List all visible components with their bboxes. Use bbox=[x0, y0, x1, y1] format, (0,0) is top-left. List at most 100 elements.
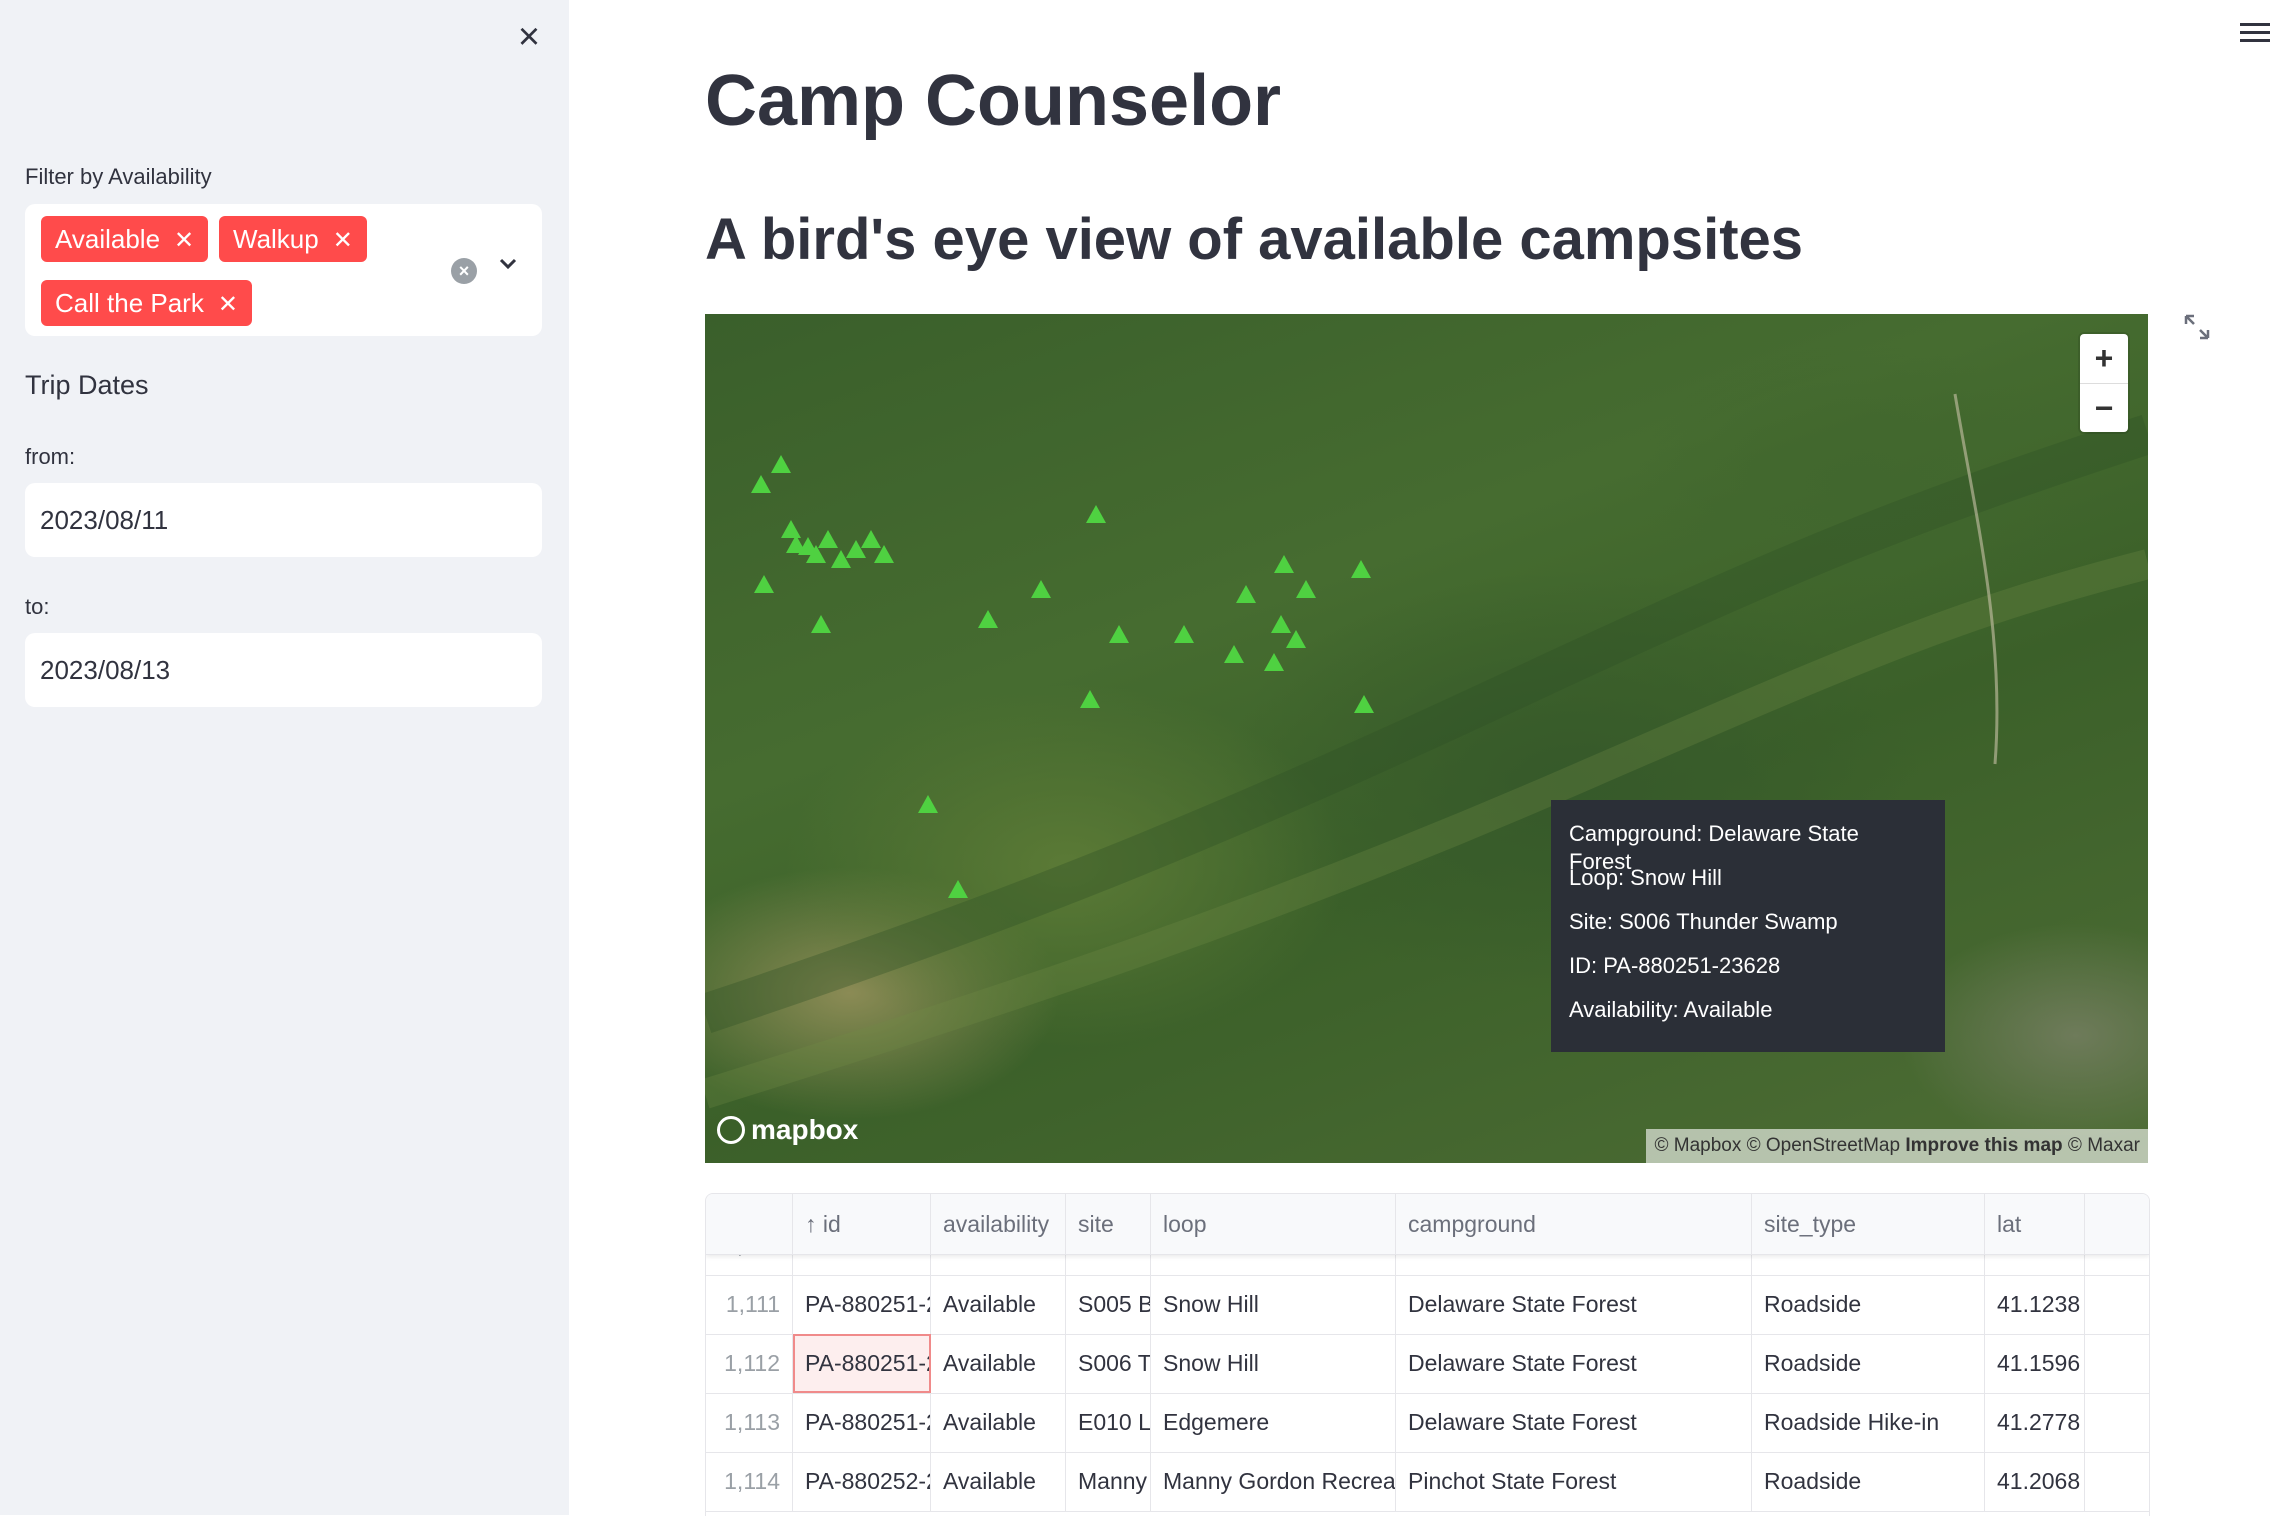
campsite-marker-icon[interactable] bbox=[917, 794, 939, 814]
campsite-marker-icon[interactable] bbox=[753, 574, 775, 594]
cell-loop[interactable]: Edgemere bbox=[1151, 1393, 1396, 1452]
cell-site-type[interactable]: Roadside Hike-in bbox=[1752, 1393, 1985, 1452]
campsite-marker-icon[interactable] bbox=[1263, 652, 1285, 672]
chevron-down-icon[interactable] bbox=[495, 252, 521, 278]
table-row[interactable]: 1,112PA-880251-23628AvailableS006 ThSnow… bbox=[706, 1334, 2149, 1394]
campsite-marker-icon[interactable] bbox=[1273, 554, 1295, 574]
campsite-marker-icon[interactable] bbox=[873, 544, 895, 564]
campsite-marker-icon[interactable] bbox=[1350, 559, 1372, 579]
cell-loop[interactable]: Manny Gordon Recreati bbox=[1151, 1452, 1396, 1511]
cell-id[interactable]: PA-880251-23629 bbox=[793, 1393, 931, 1452]
campsite-marker-icon[interactable] bbox=[947, 879, 969, 899]
cell-availability[interactable]: Available bbox=[931, 1452, 1066, 1511]
table-row[interactable]: 1,113PA-880251-23629AvailableE010 LiEdge… bbox=[706, 1393, 2149, 1453]
campsite-marker-icon[interactable] bbox=[1085, 504, 1107, 524]
campsite-marker-icon[interactable] bbox=[1173, 624, 1195, 644]
campsite-marker-icon[interactable] bbox=[1353, 694, 1375, 714]
remove-tag-icon[interactable]: ✕ bbox=[218, 291, 238, 318]
filter-label: Filter by Availability bbox=[25, 164, 212, 189]
cell-site-type[interactable]: Roadside bbox=[1752, 1275, 1985, 1334]
campsite-marker-icon[interactable] bbox=[1108, 624, 1130, 644]
cell-loop[interactable]: Snow Hill bbox=[1151, 1334, 1396, 1393]
column-header-id[interactable]: ↑ id bbox=[793, 1194, 931, 1254]
cell-loop[interactable]: Snow Hill bbox=[1151, 1275, 1396, 1334]
tooltip-site: Site: S006 Thunder Swamp bbox=[1569, 909, 1838, 934]
cell-site-type[interactable]: Roadside bbox=[1752, 1452, 1985, 1511]
from-label: from: bbox=[25, 444, 76, 469]
cell-lat[interactable]: 41.2068 bbox=[1985, 1452, 2085, 1511]
table-row[interactable]: 1,111PA-880251-23627AvailableS005 BrSnow… bbox=[706, 1275, 2149, 1335]
column-header-campground[interactable]: campground bbox=[1396, 1194, 1752, 1254]
cell-availability[interactable]: Available bbox=[931, 1275, 1066, 1334]
column-header-lat[interactable]: lat bbox=[1985, 1194, 2085, 1254]
mapbox-logo[interactable]: mapbox bbox=[717, 1114, 858, 1146]
to-date-input[interactable]: 2023/08/13 bbox=[25, 633, 542, 707]
cell-site-type[interactable]: Roadside bbox=[1752, 1334, 1985, 1393]
remove-tag-icon[interactable]: ✕ bbox=[174, 227, 194, 254]
clear-all-icon[interactable]: × bbox=[451, 258, 477, 284]
campsite-marker-icon[interactable] bbox=[977, 609, 999, 629]
row-index[interactable]: 1,112 bbox=[706, 1334, 793, 1393]
cell-availability[interactable]: Available bbox=[931, 1334, 1066, 1393]
cell-site[interactable]: E010 Li bbox=[1066, 1393, 1151, 1452]
map-view[interactable]: + − Campground: Delaware State Forest Lo… bbox=[705, 314, 2148, 1163]
cell-site[interactable]: S006 Th bbox=[1066, 1334, 1151, 1393]
tag-walkup: Walkup ✕ bbox=[219, 216, 367, 262]
cell-campground[interactable]: Delaware State Forest bbox=[1396, 1334, 1752, 1393]
to-label: to: bbox=[25, 594, 50, 619]
cell-lat[interactable]: 41.2778 bbox=[1985, 1393, 2085, 1452]
sidebar: × Filter by Availability Available ✕ Walk… bbox=[0, 0, 569, 1515]
mapbox-logo-icon bbox=[717, 1116, 745, 1144]
cell-id[interactable]: PA-880252-23631 bbox=[793, 1452, 931, 1511]
column-header[interactable] bbox=[706, 1194, 793, 1254]
campsite-marker-icon[interactable] bbox=[1285, 629, 1307, 649]
column-header-loop[interactable]: loop bbox=[1151, 1194, 1396, 1254]
tag-call-the-park: Call the Park ✕ bbox=[41, 280, 252, 326]
zoom-out-button[interactable]: − bbox=[2080, 384, 2128, 433]
cell-site[interactable]: S005 Br bbox=[1066, 1275, 1151, 1334]
cell-site[interactable]: Manny bbox=[1066, 1452, 1151, 1511]
remove-tag-icon[interactable]: ✕ bbox=[333, 227, 353, 254]
campsite-marker-icon[interactable] bbox=[1079, 689, 1101, 709]
trip-dates-title: Trip Dates bbox=[25, 370, 149, 400]
table-row[interactable]: 1,114PA-880252-23631AvailableMannyManny … bbox=[706, 1452, 2149, 1512]
table-header: ↑ id availability site loop campground s… bbox=[706, 1194, 2149, 1255]
cell-campground[interactable]: Delaware State Forest bbox=[1396, 1275, 1752, 1334]
cell-id[interactable]: PA-880251-23628 bbox=[793, 1334, 931, 1393]
column-header-site[interactable]: site bbox=[1066, 1194, 1151, 1254]
cell-id[interactable]: PA-880251-23627 bbox=[793, 1275, 931, 1334]
column-header-site-type[interactable]: site_type bbox=[1752, 1194, 1985, 1254]
map-attribution: © Mapbox © OpenStreetMap Improve this ma… bbox=[1646, 1129, 2148, 1163]
close-sidebar-icon[interactable]: × bbox=[510, 18, 548, 56]
maxar-link[interactable]: © Maxar bbox=[2068, 1135, 2140, 1156]
campsite-marker-icon[interactable] bbox=[770, 454, 792, 474]
row-index[interactable]: 1,114 bbox=[706, 1452, 793, 1511]
data-table[interactable]: ↑ id availability site loop campground s… bbox=[705, 1193, 2150, 1516]
cell-campground[interactable]: Delaware State Forest bbox=[1396, 1393, 1752, 1452]
campsite-marker-icon[interactable] bbox=[1223, 644, 1245, 664]
hamburger-menu-icon[interactable] bbox=[2240, 18, 2270, 48]
tag-available: Available ✕ bbox=[41, 216, 209, 262]
fullscreen-icon[interactable] bbox=[2182, 312, 2212, 342]
from-date-input[interactable]: 2023/08/11 bbox=[25, 483, 542, 557]
cell-lat[interactable]: 41.1238 bbox=[1985, 1275, 2085, 1334]
availability-multiselect[interactable]: Available ✕ Walkup ✕ Call the Park ✕ × bbox=[25, 204, 542, 336]
cell-availability[interactable]: Available bbox=[931, 1393, 1066, 1452]
campsite-marker-icon[interactable] bbox=[1030, 579, 1052, 599]
cell-lat[interactable]: 41.1596 bbox=[1985, 1334, 2085, 1393]
campsite-marker-icon[interactable] bbox=[1295, 579, 1317, 599]
row-index[interactable]: 1,113 bbox=[706, 1393, 793, 1452]
campsite-marker-icon[interactable] bbox=[750, 474, 772, 494]
map-tooltip: Campground: Delaware State Forest Loop: … bbox=[1551, 800, 1945, 1052]
zoom-controls: + − bbox=[2080, 334, 2128, 432]
campsite-marker-icon[interactable] bbox=[1235, 584, 1257, 604]
zoom-in-button[interactable]: + bbox=[2080, 334, 2128, 384]
attribution-link[interactable]: © Mapbox © OpenStreetMap bbox=[1654, 1135, 1900, 1156]
cell-campground[interactable]: Pinchot State Forest bbox=[1396, 1452, 1752, 1511]
row-index[interactable]: 1,111 bbox=[706, 1275, 793, 1334]
page-subtitle: A bird's eye view of available campsites bbox=[705, 207, 1804, 272]
campsite-marker-icon[interactable] bbox=[817, 529, 839, 549]
improve-map-link[interactable]: Improve this map bbox=[1905, 1135, 2062, 1156]
column-header-availability[interactable]: availability bbox=[931, 1194, 1066, 1254]
campsite-marker-icon[interactable] bbox=[810, 614, 832, 634]
